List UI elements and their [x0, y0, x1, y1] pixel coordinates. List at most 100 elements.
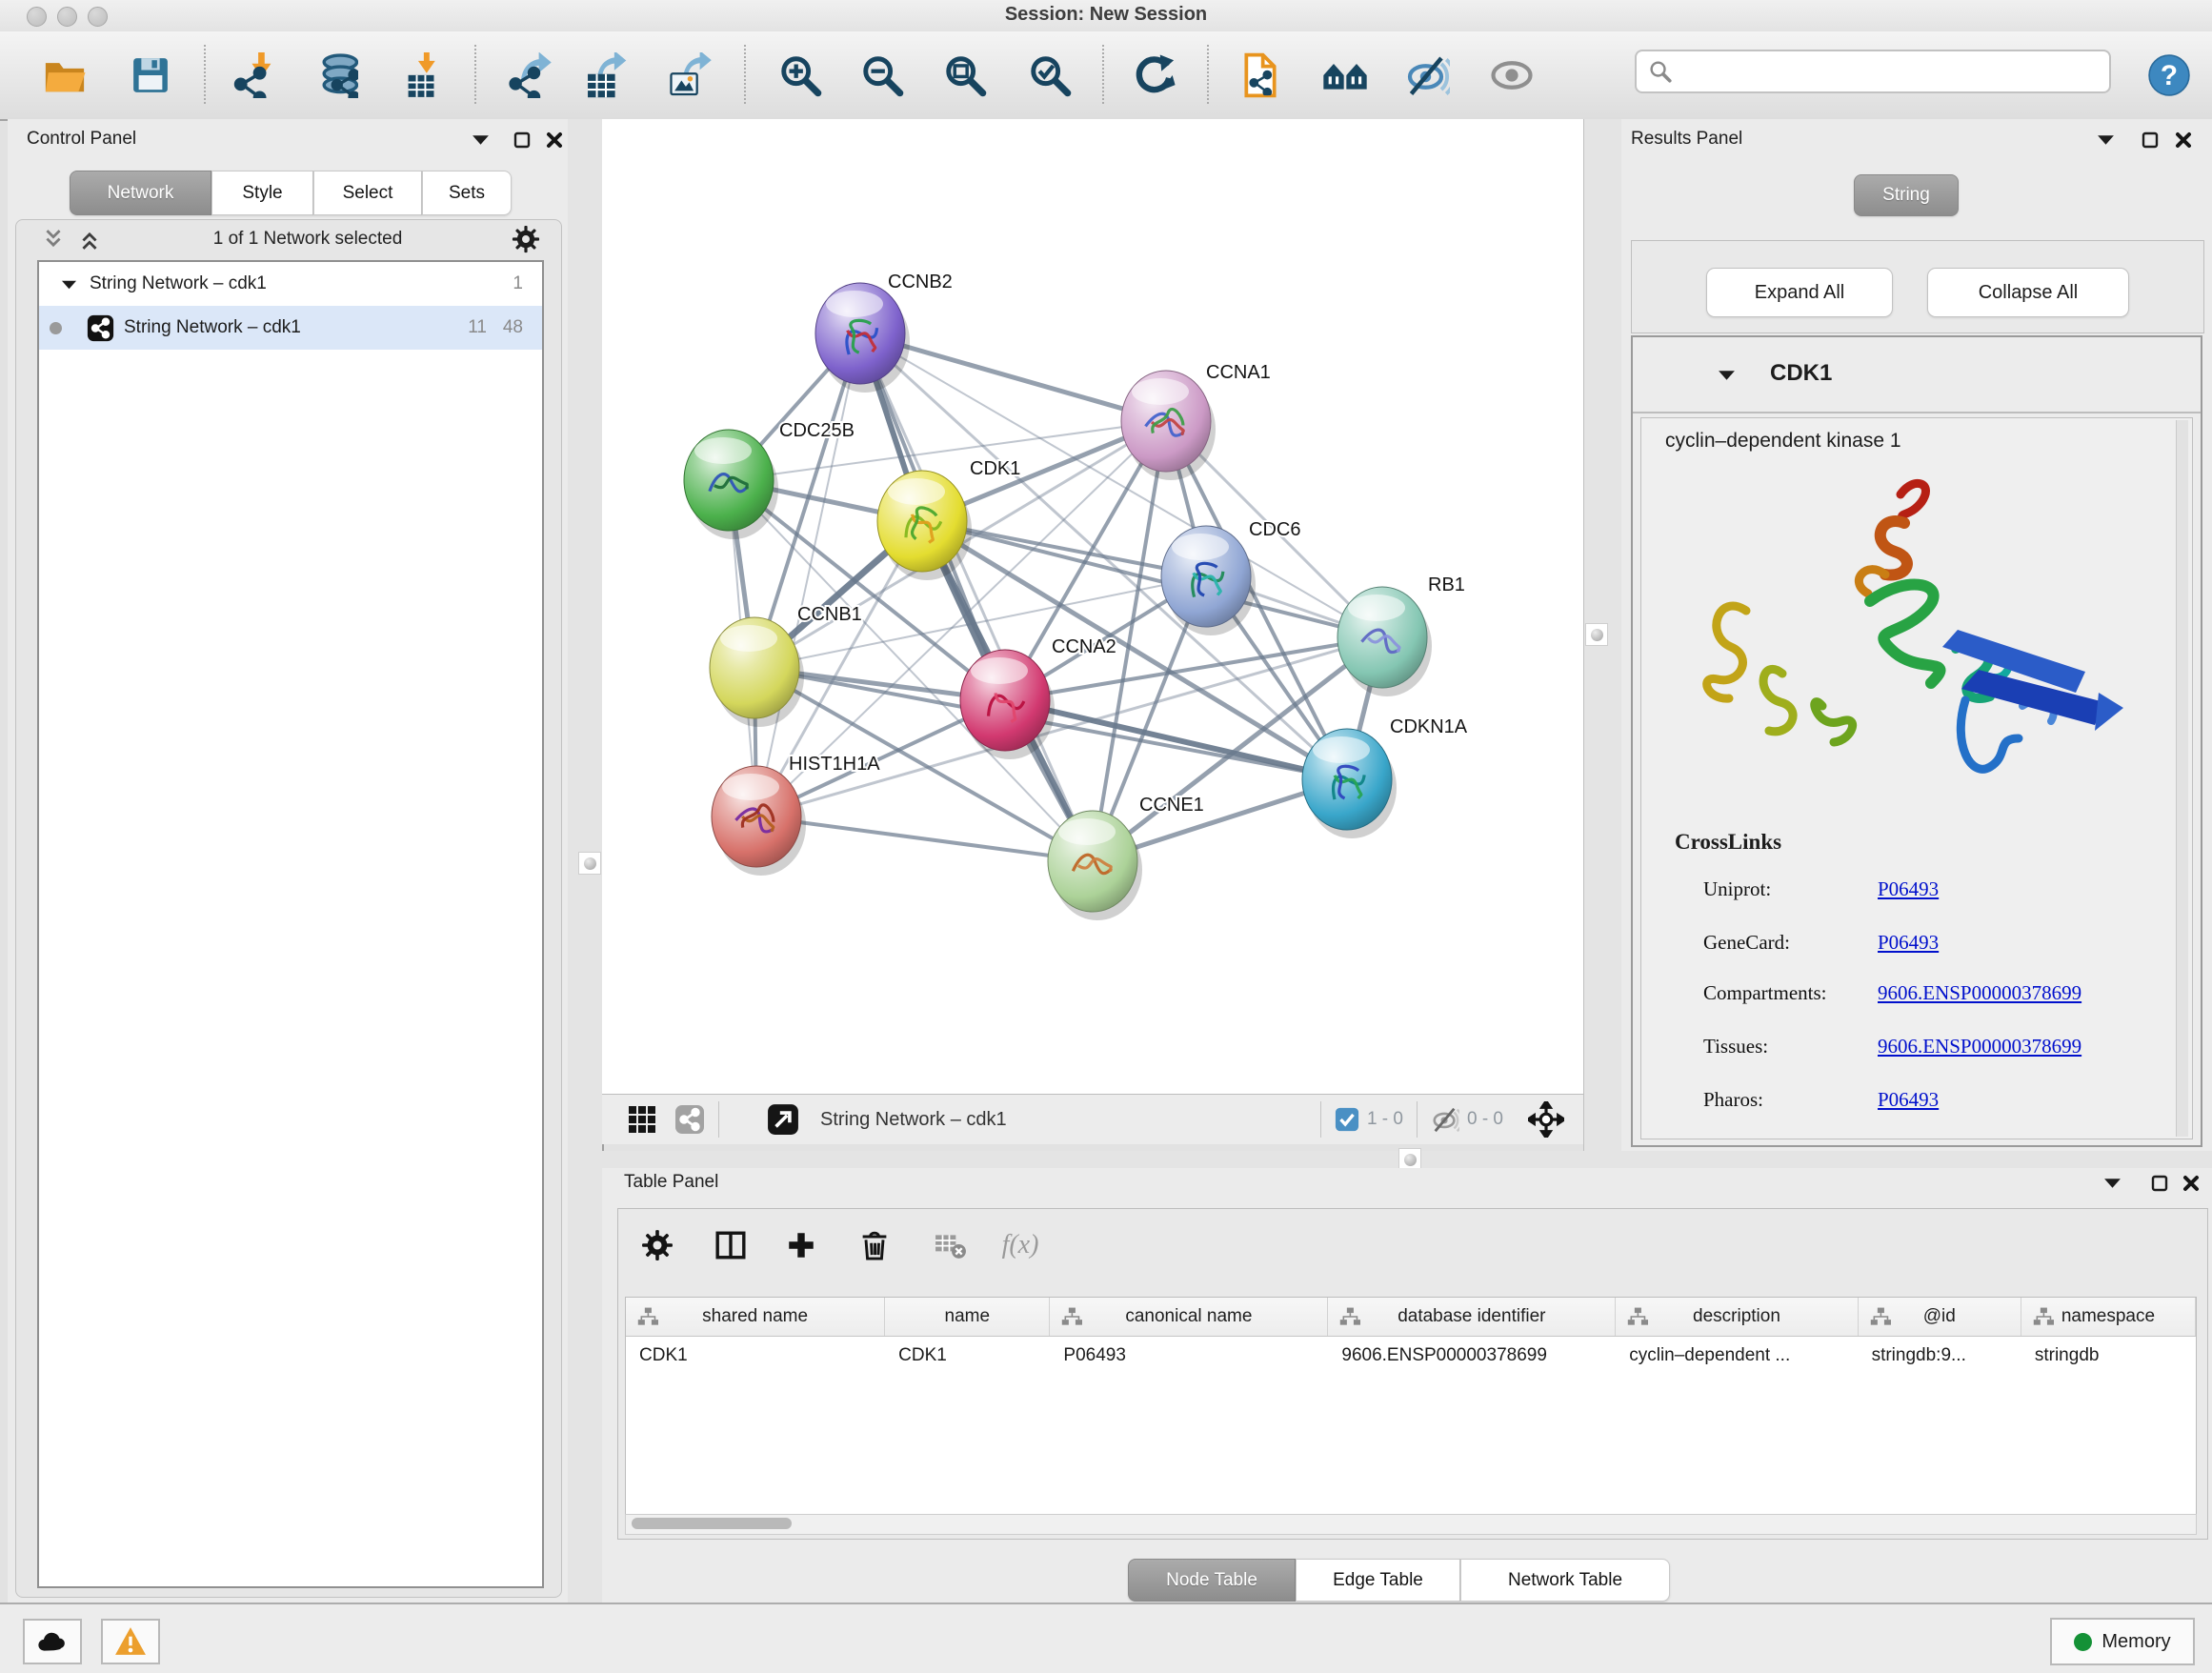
delete-column-button[interactable] — [854, 1224, 895, 1266]
tab-node-table[interactable]: Node Table — [1128, 1559, 1296, 1602]
crosslink-link[interactable]: P06493 — [1878, 877, 1939, 900]
column-header-database-identifier[interactable]: database identifier — [1328, 1298, 1616, 1336]
tab-style[interactable]: Style — [211, 171, 313, 215]
right-splitter-handle[interactable] — [1585, 623, 1608, 646]
expand-all-networks-icon[interactable] — [39, 229, 68, 251]
table-cell[interactable]: stringdb — [2021, 1337, 2196, 1375]
memory-button[interactable]: Memory — [2050, 1618, 2195, 1665]
create-column-button[interactable] — [780, 1224, 822, 1266]
network-node-CCNA1[interactable]: CCNA1 — [1121, 362, 1271, 480]
scrollbar-thumb[interactable] — [632, 1518, 792, 1529]
hide-selected-button[interactable] — [1404, 52, 1450, 98]
panel-close-icon[interactable] — [545, 131, 564, 150]
column-header--id[interactable]: @id — [1859, 1298, 2021, 1336]
save-session-button[interactable] — [128, 52, 173, 98]
export-table-button[interactable] — [582, 52, 628, 98]
crosslink-link[interactable]: P06493 — [1878, 1088, 1939, 1111]
export-image-button[interactable] — [667, 52, 713, 98]
import-network-button[interactable] — [231, 52, 276, 98]
zoom-out-button[interactable] — [859, 52, 905, 98]
collapse-all-button[interactable]: Collapse All — [1927, 268, 2129, 317]
network-edge-CCNB2-CCNE1[interactable] — [860, 333, 1093, 861]
help-button[interactable] — [2146, 52, 2192, 98]
panel-float-icon[interactable] — [513, 131, 532, 150]
tab-select[interactable]: Select — [313, 171, 422, 215]
panel-close-icon[interactable] — [2182, 1174, 2201, 1193]
crosslink-link[interactable]: P06493 — [1878, 931, 1939, 954]
open-session-button[interactable] — [42, 52, 88, 98]
table-cell[interactable]: 9606.ENSP00000378699 — [1328, 1337, 1616, 1375]
network-node-HIST1H1A[interactable]: HIST1H1A — [712, 754, 880, 876]
open-in-window-icon[interactable] — [767, 1103, 799, 1136]
export-network-button[interactable] — [507, 52, 553, 98]
crosslink-link[interactable]: 9606.ENSP00000378699 — [1878, 981, 2081, 1004]
zoom-selected-button[interactable] — [1027, 52, 1073, 98]
selected-checkbox-icon[interactable] — [1335, 1107, 1359, 1132]
panel-float-icon[interactable] — [2141, 131, 2160, 150]
collapse-all-networks-icon[interactable] — [75, 229, 104, 251]
horizontal-splitter[interactable] — [602, 1151, 2212, 1169]
string-view-badge-icon[interactable] — [674, 1104, 705, 1135]
entry-expander-icon[interactable] — [1717, 366, 1737, 384]
grid-view-icon[interactable] — [627, 1104, 657, 1135]
table-cell[interactable]: CDK1 — [626, 1337, 885, 1375]
apply-layout-button[interactable] — [1132, 52, 1177, 98]
tab-sets[interactable]: Sets — [422, 171, 512, 215]
clone-network-button[interactable] — [1237, 52, 1283, 98]
tab-network-table[interactable]: Network Table — [1460, 1559, 1670, 1602]
expand-all-button[interactable]: Expand All — [1706, 268, 1893, 317]
collection-expander-icon[interactable] — [60, 276, 78, 292]
table-cell[interactable]: stringdb:9... — [1859, 1337, 2021, 1375]
zoom-in-button[interactable] — [777, 52, 823, 98]
network-edge-CCNA2-CDKN1A[interactable] — [1005, 700, 1347, 779]
column-header-name[interactable]: name — [885, 1298, 1050, 1336]
network-collection-row[interactable]: String Network – cdk1 1 — [39, 262, 542, 306]
table-cell[interactable]: CDK1 — [885, 1337, 1050, 1375]
network-canvas[interactable]: CCNB2CCNA1CDC25BCDK1CDC6RB1CCNB1CCNA2CDK… — [602, 119, 1583, 1094]
zoom-fit-button[interactable] — [942, 52, 988, 98]
function-builder-button[interactable]: f(x) — [999, 1224, 1041, 1266]
tab-string[interactable]: String — [1854, 174, 1959, 216]
delete-table-button[interactable] — [930, 1224, 972, 1266]
network-node-CDK1[interactable]: CDK1 — [877, 458, 1020, 580]
column-header-canonical-name[interactable]: canonical name — [1050, 1298, 1328, 1336]
left-splitter[interactable] — [568, 119, 604, 1602]
network-options-gear-icon[interactable] — [512, 225, 540, 253]
network-edge-HIST1H1A-CCNE1[interactable] — [756, 816, 1093, 861]
column-header-namespace[interactable]: namespace — [2021, 1298, 2196, 1336]
show-all-button[interactable] — [1489, 52, 1535, 98]
network-row-selected[interactable]: String Network – cdk1 11 48 — [39, 306, 542, 350]
network-graph[interactable]: CCNB2CCNA1CDC25BCDK1CDC6RB1CCNB1CCNA2CDK… — [602, 119, 1583, 1094]
first-neighbors-button[interactable] — [1322, 52, 1368, 98]
table-cell[interactable]: P06493 — [1050, 1337, 1328, 1375]
cloud-status-button[interactable] — [23, 1619, 82, 1664]
show-columns-button[interactable] — [710, 1224, 752, 1266]
search-input[interactable] — [1680, 60, 2098, 83]
crosslink-link[interactable]: 9606.ENSP00000378699 — [1878, 1035, 2081, 1058]
results-scrollbar[interactable] — [2176, 420, 2188, 1137]
table-horizontal-scrollbar[interactable] — [625, 1514, 2197, 1535]
panel-menu-icon[interactable] — [471, 131, 491, 149]
network-node-CDKN1A[interactable]: CDKN1A — [1302, 716, 1468, 838]
right-splitter[interactable] — [1583, 119, 1624, 1151]
network-node-RB1[interactable]: RB1 — [1337, 574, 1465, 696]
table-row[interactable]: CDK1CDK1P064939606.ENSP00000378699cyclin… — [626, 1337, 2196, 1375]
left-splitter-handle[interactable] — [578, 852, 601, 875]
network-node-CCNB1[interactable]: CCNB1 — [710, 604, 862, 727]
column-header-shared-name[interactable]: shared name — [626, 1298, 885, 1336]
node-entry-header[interactable]: CDK1 — [1633, 337, 2201, 413]
import-table-button[interactable] — [400, 52, 446, 98]
table-options-gear-button[interactable] — [636, 1224, 678, 1266]
birds-eye-crosshair-icon[interactable] — [1528, 1101, 1564, 1138]
warnings-button[interactable] — [101, 1619, 160, 1664]
table-cell[interactable]: cyclin–dependent ... — [1616, 1337, 1858, 1375]
network-edge-CCNB2-HIST1H1A[interactable] — [756, 333, 860, 816]
panel-menu-icon[interactable] — [2096, 131, 2116, 149]
panel-menu-icon[interactable] — [2102, 1174, 2122, 1192]
import-network-from-database-button[interactable] — [312, 52, 358, 98]
tab-edge-table[interactable]: Edge Table — [1296, 1559, 1460, 1602]
panel-float-icon[interactable] — [2150, 1174, 2169, 1193]
panel-close-icon[interactable] — [2174, 131, 2193, 150]
column-header-description[interactable]: description — [1616, 1298, 1858, 1336]
tab-network[interactable]: Network — [70, 171, 211, 215]
